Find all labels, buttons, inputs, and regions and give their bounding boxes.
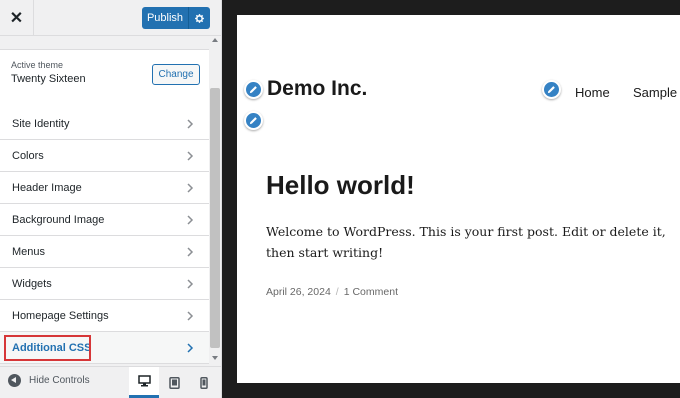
- post-date[interactable]: April 26, 2024: [266, 286, 331, 298]
- hide-controls-label: Hide Controls: [29, 375, 90, 386]
- menu-item-label: Menus: [12, 245, 46, 258]
- menu-item-label: Colors: [12, 149, 44, 162]
- menu-item-homepage-settings[interactable]: Homepage Settings: [0, 300, 209, 332]
- menu-item-additional-css[interactable]: Additional CSS: [0, 332, 209, 364]
- menu-item-label: Widgets: [12, 277, 52, 290]
- pencil-icon: [249, 86, 257, 94]
- nav-link-home[interactable]: Home: [575, 85, 610, 100]
- scrollbar-thumb[interactable]: [210, 88, 220, 348]
- menu-item-header-image[interactable]: Header Image: [0, 172, 209, 204]
- close-icon: ✕: [9, 10, 24, 27]
- customizer-footer: Hide Controls: [0, 366, 221, 398]
- close-customizer-button[interactable]: ✕: [0, 0, 34, 36]
- edit-menu-button[interactable]: [542, 80, 561, 99]
- nav-link-sample[interactable]: Sample: [633, 85, 677, 100]
- tablet-icon: [168, 376, 180, 389]
- menu-item-label: Header Image: [12, 181, 82, 194]
- change-theme-button[interactable]: Change: [152, 64, 200, 85]
- post-comments-link[interactable]: 1 Comment: [344, 286, 398, 298]
- customizer-sidebar: ✕ Publish Active theme Twenty Sixteen Ch…: [0, 0, 222, 398]
- pencil-icon: [249, 117, 257, 125]
- scroll-up-arrow-icon[interactable]: [212, 38, 218, 42]
- chevron-right-icon: [187, 279, 194, 289]
- collapse-arrow-icon: [8, 374, 21, 387]
- menu-item-site-identity[interactable]: Site Identity: [0, 108, 209, 140]
- customizer-header: ✕ Publish: [0, 0, 221, 36]
- customizer-menu: Site Identity Colors Header Image Backgr…: [0, 108, 209, 364]
- highlight-box: [4, 335, 91, 361]
- menu-item-widgets[interactable]: Widgets: [0, 268, 209, 300]
- scroll-down-arrow-icon[interactable]: [212, 356, 218, 360]
- chevron-right-icon: [187, 343, 194, 353]
- site-title[interactable]: Demo Inc.: [267, 77, 367, 101]
- active-theme-label: Active theme: [11, 60, 64, 70]
- chevron-right-icon: [187, 183, 194, 193]
- post-body: Welcome to WordPress. This is your first…: [266, 224, 666, 260]
- publish-button[interactable]: Publish: [142, 7, 188, 29]
- publish-button-group: Publish: [142, 7, 210, 29]
- active-theme-name: Twenty Sixteen: [11, 73, 86, 85]
- desktop-icon: [137, 375, 151, 387]
- menu-item-label: Site Identity: [12, 117, 70, 130]
- gear-icon: [195, 13, 204, 23]
- site-preview: Demo Inc. Home Sample Hello world! Welco…: [237, 15, 680, 383]
- menu-item-background-image[interactable]: Background Image: [0, 204, 209, 236]
- chevron-right-icon: [187, 151, 194, 161]
- preview-mobile-button[interactable]: [189, 367, 219, 398]
- menu-item-colors[interactable]: Colors: [0, 140, 209, 172]
- pencil-icon: [547, 86, 555, 94]
- chevron-right-icon: [187, 311, 194, 321]
- menu-item-menus[interactable]: Menus: [0, 236, 209, 268]
- hide-controls-button[interactable]: Hide Controls: [8, 374, 90, 387]
- publish-settings-button[interactable]: [188, 7, 210, 29]
- chevron-right-icon: [187, 215, 194, 225]
- chevron-right-icon: [187, 119, 194, 129]
- post-title[interactable]: Hello world!: [266, 170, 415, 201]
- meta-separator: /: [335, 286, 339, 298]
- sidebar-scrollbar[interactable]: [209, 36, 221, 366]
- mobile-icon: [200, 376, 208, 389]
- post-meta: April 26, 2024 / 1 Comment: [266, 286, 398, 298]
- preview-tablet-button[interactable]: [159, 367, 189, 398]
- preview-desktop-button[interactable]: [129, 367, 159, 398]
- edit-site-tagline-button[interactable]: [244, 111, 263, 130]
- menu-item-label: Homepage Settings: [12, 309, 109, 322]
- chevron-right-icon: [187, 247, 194, 257]
- menu-item-label: Background Image: [12, 213, 105, 226]
- edit-site-title-button[interactable]: [244, 80, 263, 99]
- customizer-panel: Active theme Twenty Sixteen Change Site …: [0, 36, 209, 366]
